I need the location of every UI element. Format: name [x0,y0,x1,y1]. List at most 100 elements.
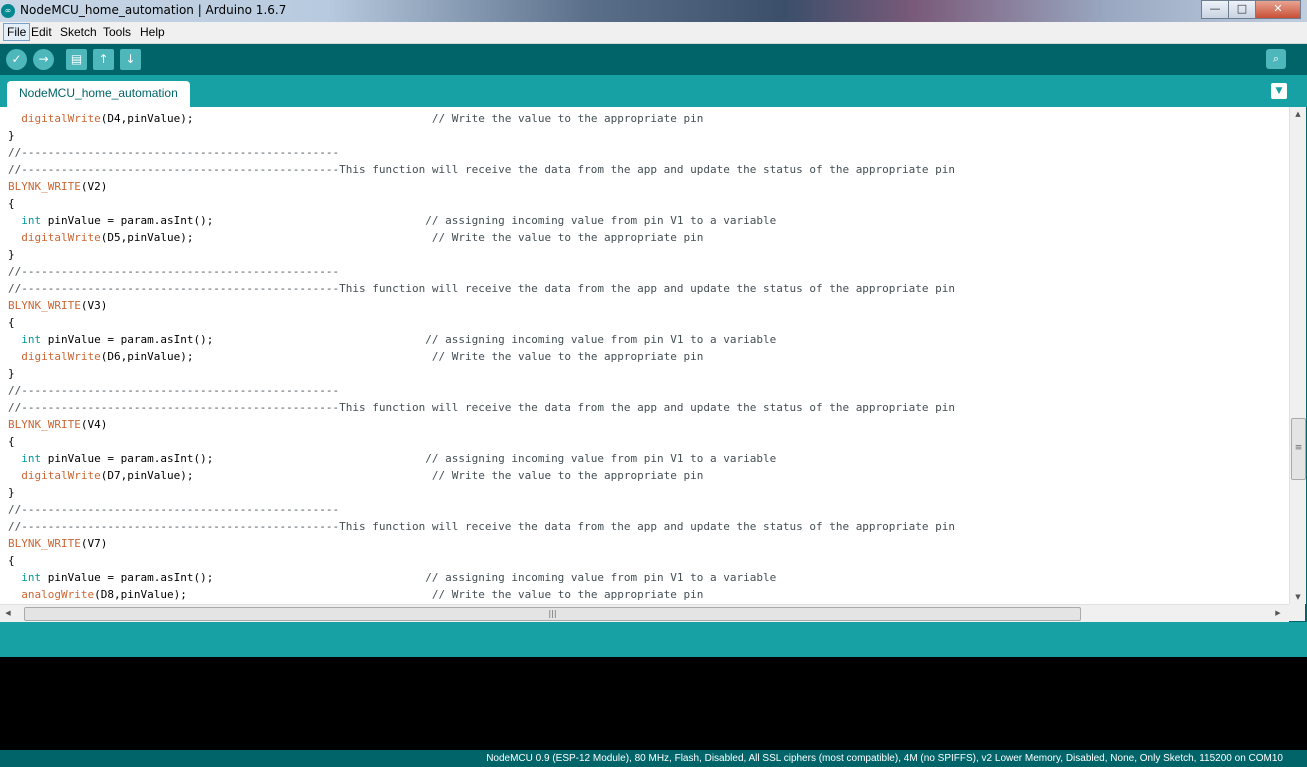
code-line: } [8,127,15,144]
board-info-text: NodeMCU 0.9 (ESP-12 Module), 80 MHz, Fla… [486,753,1283,764]
maximize-button[interactable]: □ [1228,0,1256,19]
window-titlebar[interactable]: ∞ NodeMCU_home_automation | Arduino 1.6.… [0,0,1307,22]
code-text: pinValue = param.asInt(); [41,452,426,465]
scroll-left-arrow-icon[interactable]: ◀ [0,605,16,622]
code-comment: //--------------------------------------… [8,384,340,397]
code-line: { [8,314,15,331]
code-comment: //--------------------------------------… [8,401,956,414]
vertical-scroll-thumb[interactable]: ≡ [1291,418,1306,480]
code-line: } [8,246,15,263]
code-text: { [8,197,15,210]
code-text: { [8,554,15,567]
code-text: { [8,316,15,329]
toolbar: ✓ → ▤ ↑ ↓ ⌕ [0,44,1307,75]
tab-bar: NodeMCU_home_automation ▼ [0,75,1307,107]
code-comment: // assigning incoming value from pin V1 … [425,571,777,584]
tab-sketch[interactable]: NodeMCU_home_automation [7,81,190,107]
arduino-logo-icon: ∞ [1,4,15,18]
code-text: pinValue = param.asInt(); [41,333,426,346]
scroll-grip-icon: ≡ [1294,443,1303,453]
console-output[interactable] [0,657,1307,750]
code-type: int [21,571,42,584]
menu-file[interactable]: File [3,23,31,41]
vertical-scrollbar[interactable]: ▲ ≡ ▼ [1289,107,1306,604]
code-line: //--------------------------------------… [8,399,955,416]
code-text: } [8,129,15,142]
new-sketch-button[interactable]: ▤ [66,49,87,70]
code-comment: //--------------------------------------… [8,163,956,176]
menu-bar: File Edit Sketch Tools Help [0,22,1307,44]
code-comment: // Write the value to the appropriate pi… [431,350,704,363]
code-line: int pinValue = param.asInt(); // assigni… [8,450,776,467]
code-line: { [8,433,15,450]
code-line: analogWrite(D8,pinValue); // Write the v… [8,586,703,603]
code-text: (D4,pinValue); [100,112,432,125]
code-comment: // Write the value to the appropriate pi… [431,112,704,125]
code-line: //--------------------------------------… [8,518,955,535]
code-type: int [21,214,42,227]
code-comment: // assigning incoming value from pin V1 … [425,452,777,465]
code-text: (V2) [80,180,108,193]
save-sketch-button[interactable]: ↓ [120,49,141,70]
scroll-right-arrow-icon[interactable]: ▶ [1270,605,1286,622]
menu-edit[interactable]: Edit [28,24,55,40]
code-text: } [8,486,15,499]
tab-menu-dropdown-icon[interactable]: ▼ [1271,83,1287,99]
code-keyword: BLYNK_WRITE [8,418,81,431]
code-line: BLYNK_WRITE(V3) [8,297,107,314]
code-line: int pinValue = param.asInt(); // assigni… [8,212,776,229]
code-line: //--------------------------------------… [8,501,339,518]
code-text: (D8,pinValue); [94,588,432,601]
code-comment: //--------------------------------------… [8,503,340,516]
minimize-button[interactable]: — [1201,0,1229,19]
horizontal-scrollbar[interactable]: ◀ ||| ▶ [0,604,1289,622]
close-button[interactable]: ✕ [1255,0,1301,19]
code-keyword: analogWrite [21,588,95,601]
code-text: pinValue = param.asInt(); [41,571,426,584]
code-text: (D7,pinValue); [100,469,432,482]
code-keyword: digitalWrite [21,469,101,482]
code-line: //--------------------------------------… [8,161,955,178]
serial-monitor-button[interactable]: ⌕ [1266,49,1286,69]
code-line: digitalWrite(D6,pinValue); // Write the … [8,348,703,365]
open-sketch-button[interactable]: ↑ [93,49,114,70]
verify-button[interactable]: ✓ [6,49,27,70]
code-type: int [21,452,42,465]
code-line: digitalWrite(D5,pinValue); // Write the … [8,229,703,246]
scroll-down-arrow-icon[interactable]: ▼ [1290,590,1306,604]
code-comment: // Write the value to the appropriate pi… [431,231,704,244]
upload-button[interactable]: → [33,49,54,70]
code-line: BLYNK_WRITE(V2) [8,178,107,195]
code-text: } [8,367,15,380]
code-text: (V7) [80,537,108,550]
horizontal-scroll-thumb[interactable]: ||| [24,607,1081,621]
code-keyword: digitalWrite [21,231,101,244]
code-line: { [8,195,15,212]
code-keyword: digitalWrite [21,350,101,363]
code-keyword: BLYNK_WRITE [8,299,81,312]
code-type: int [21,333,42,346]
code-line: BLYNK_WRITE(V7) [8,535,107,552]
code-text: (V4) [80,418,108,431]
code-comment: //--------------------------------------… [8,265,340,278]
menu-tools[interactable]: Tools [100,24,134,40]
code-comment: //--------------------------------------… [8,282,956,295]
status-bar: NodeMCU 0.9 (ESP-12 Module), 80 MHz, Fla… [0,750,1307,767]
code-text: { [8,435,15,448]
code-text: (D6,pinValue); [100,350,432,363]
code-text: (D5,pinValue); [100,231,432,244]
scroll-up-arrow-icon[interactable]: ▲ [1290,107,1306,121]
menu-help[interactable]: Help [137,24,168,40]
code-text: } [8,248,15,261]
menu-sketch[interactable]: Sketch [57,24,100,40]
code-line: digitalWrite(D4,pinValue); // Write the … [8,110,703,127]
code-editor[interactable]: digitalWrite (D4,pinValue); // Write the … [0,107,1289,604]
code-line: //--------------------------------------… [8,263,339,280]
code-comment: //--------------------------------------… [8,146,340,159]
